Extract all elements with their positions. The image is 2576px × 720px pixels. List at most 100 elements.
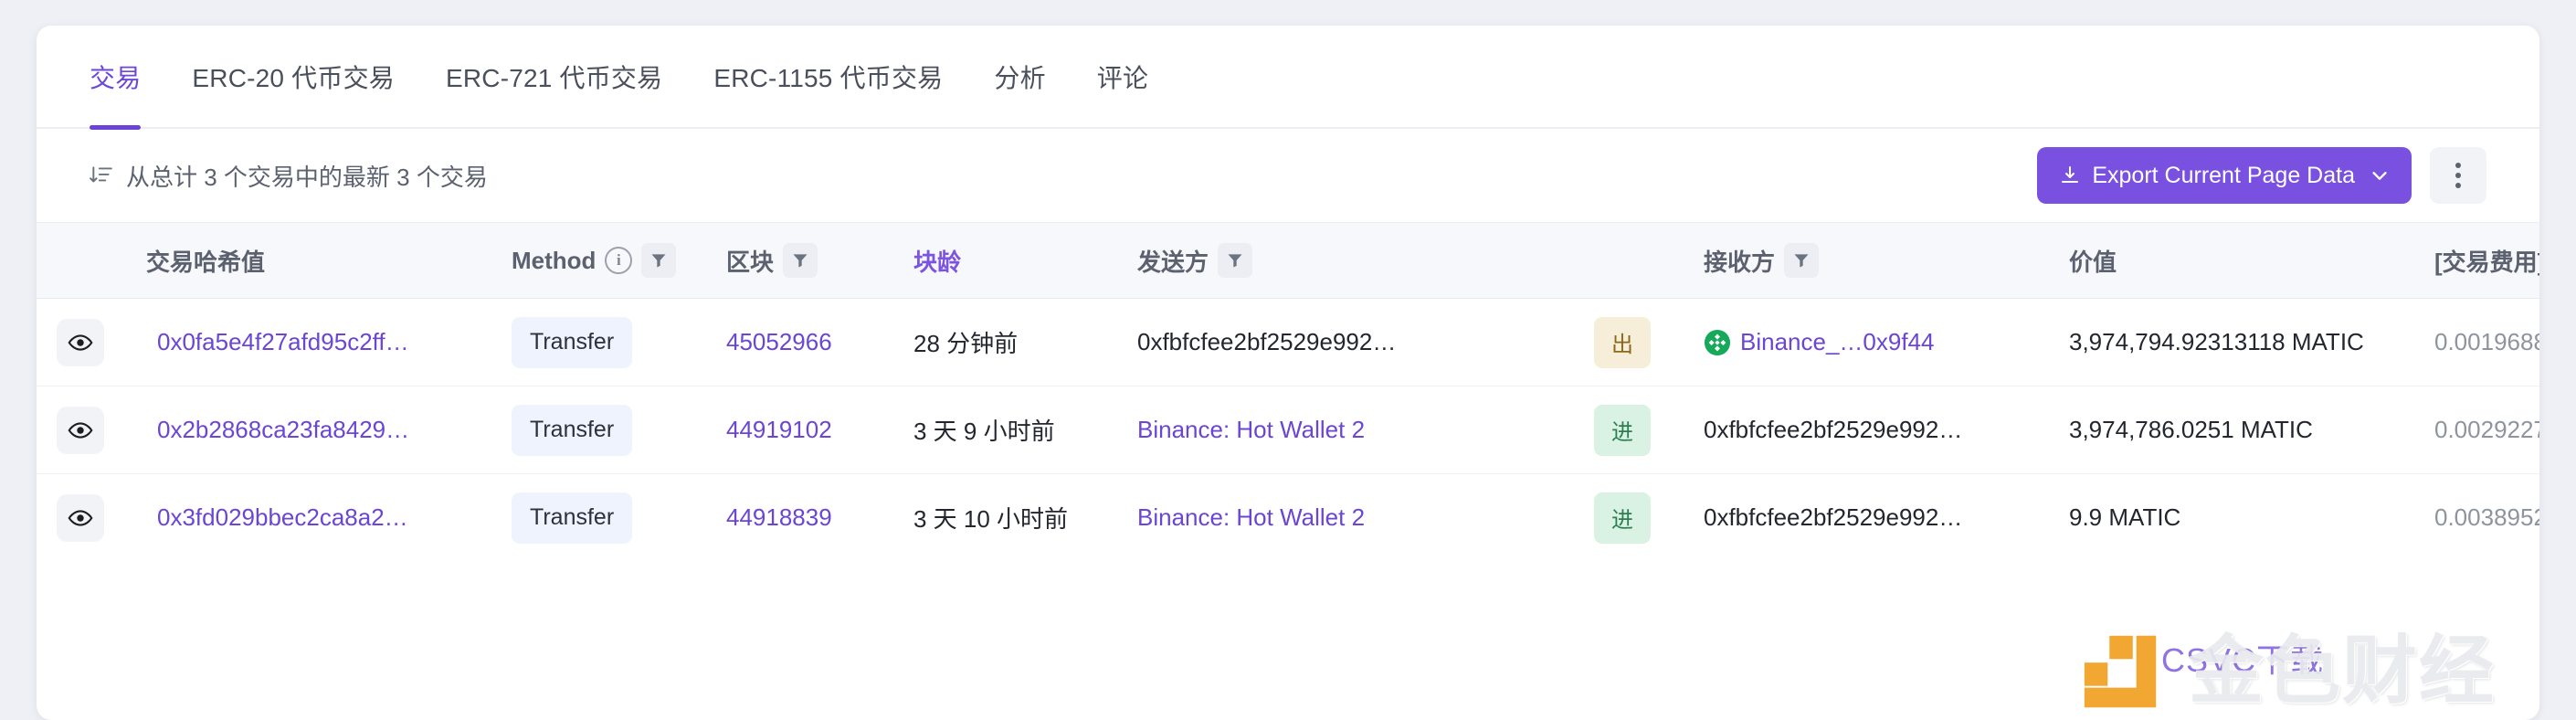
tx-hash-link[interactable]: 0x0fa5e4f27afd95c2ff… bbox=[146, 328, 409, 355]
tab-erc1155[interactable]: ERC-1155 代币交易 bbox=[713, 26, 943, 128]
more-options-button[interactable] bbox=[2430, 147, 2486, 204]
cell-block: 44919102 bbox=[726, 386, 913, 474]
from-address[interactable]: 0xfbfcfee2bf2529e992… bbox=[1137, 328, 1396, 355]
header-txn-fee: [交易费用] bbox=[2434, 222, 2539, 299]
cell-eye bbox=[37, 474, 146, 562]
cell-direction: 出 bbox=[1594, 298, 1704, 386]
cell-method: Transfer bbox=[512, 474, 726, 562]
tab-comments[interactable]: 评论 bbox=[1097, 26, 1148, 128]
direction-badge-in: 进 bbox=[1594, 404, 1651, 456]
cell-eye bbox=[37, 386, 146, 474]
header-age[interactable]: 块龄 bbox=[913, 222, 1137, 299]
header-to: 接收方 bbox=[1704, 222, 2069, 299]
transactions-table: 交易哈希值 Method i 区块 块龄 发送方 接收方 价值 [交易费用] 0… bbox=[37, 222, 2539, 561]
from-address-link[interactable]: Binance: Hot Wallet 2 bbox=[1137, 416, 1365, 443]
tab-erc20[interactable]: ERC-20 代币交易 bbox=[192, 26, 395, 128]
header-tx-hash: 交易哈希值 bbox=[146, 222, 512, 299]
more-vertical-icon-dot bbox=[2455, 163, 2461, 168]
method-pill[interactable]: Transfer bbox=[512, 404, 633, 456]
cell-to: Binance_…0x9f44 bbox=[1704, 298, 2069, 386]
more-vertical-icon-dot bbox=[2455, 173, 2461, 178]
to-address[interactable]: 0xfbfcfee2bf2529e992… bbox=[1704, 503, 1962, 531]
tab-label: ERC-20 代币交易 bbox=[192, 63, 395, 92]
direction-badge-in: 进 bbox=[1594, 492, 1651, 544]
sort-descending-icon bbox=[90, 164, 113, 187]
method-filter-button[interactable] bbox=[641, 243, 677, 278]
value-text: 3,974,786.0251 MATIC bbox=[2069, 416, 2313, 443]
cell-txn-fee: 0.003895258715 $ bbox=[2434, 474, 2539, 562]
cell-direction: 进 bbox=[1594, 474, 1704, 562]
cell-value: 3,974,794.92313118 MATIC bbox=[2069, 298, 2434, 386]
cell-tx-hash: 0x0fa5e4f27afd95c2ff… bbox=[146, 298, 512, 386]
tab-analytics[interactable]: 分析 bbox=[994, 26, 1045, 128]
eye-icon[interactable] bbox=[57, 318, 104, 366]
tab-erc721[interactable]: ERC-721 代币交易 bbox=[446, 26, 662, 128]
tab-bar: 交易 ERC-20 代币交易 ERC-721 代币交易 ERC-1155 代币交… bbox=[37, 26, 2539, 130]
from-filter-button[interactable] bbox=[1218, 243, 1253, 278]
block-link[interactable]: 44918839 bbox=[726, 503, 832, 531]
cell-eye bbox=[37, 298, 146, 386]
export-button-label: Export Current Page Data bbox=[2092, 162, 2355, 188]
watermark-ghost-text: CSVC下载 bbox=[2160, 641, 2324, 679]
eye-icon[interactable] bbox=[57, 493, 104, 542]
header-block-label: 区块 bbox=[726, 248, 775, 276]
binance-icon bbox=[1704, 329, 1731, 356]
tx-hash-link[interactable]: 0x3fd029bbec2ca8a2… bbox=[146, 503, 408, 531]
header-block: 区块 bbox=[726, 222, 913, 299]
method-pill[interactable]: Transfer bbox=[512, 316, 633, 368]
watermark: 金色财经 bbox=[2077, 627, 2496, 716]
to-address[interactable]: 0xfbfcfee2bf2529e992… bbox=[1704, 416, 1962, 443]
table-row: 0x2b2868ca23fa8429… Transfer 44919102 3 … bbox=[37, 386, 2539, 474]
header-value: 价值 bbox=[2069, 222, 2434, 299]
export-current-page-data-button[interactable]: Export Current Page Data bbox=[2037, 147, 2412, 204]
cell-value: 9.9 MATIC bbox=[2069, 474, 2434, 562]
chevron-down-icon bbox=[2370, 165, 2390, 185]
more-vertical-icon-dot bbox=[2455, 183, 2461, 188]
records-summary: 从总计 3 个交易中的最新 3 个交易 bbox=[90, 159, 488, 193]
table-row: 0x3fd029bbec2ca8a2… Transfer 44918839 3 … bbox=[37, 474, 2539, 562]
header-value-label: 价值 bbox=[2069, 248, 2117, 276]
cell-txn-fee: 0.002922792182 $ bbox=[2434, 386, 2539, 474]
cell-from: 0xfbfcfee2bf2529e992… bbox=[1137, 298, 1594, 386]
transactions-card: 交易 ERC-20 代币交易 ERC-721 代币交易 ERC-1155 代币交… bbox=[37, 26, 2539, 720]
to-filter-button[interactable] bbox=[1784, 243, 1820, 278]
method-pill[interactable]: Transfer bbox=[512, 492, 633, 544]
cell-method: Transfer bbox=[512, 386, 726, 474]
header-from-label: 发送方 bbox=[1137, 248, 1209, 276]
txn-fee-text: 0.001968818633 bbox=[2434, 328, 2539, 355]
cell-tx-hash: 0x3fd029bbec2ca8a2… bbox=[146, 474, 512, 562]
tab-transactions[interactable]: 交易 bbox=[90, 26, 142, 130]
header-from: 发送方 bbox=[1137, 222, 1594, 299]
table-toolbar: 从总计 3 个交易中的最新 3 个交易 Export Current Page … bbox=[37, 129, 2539, 222]
header-tx-hash-label: 交易哈希值 bbox=[146, 248, 266, 276]
cell-txn-fee: 0.001968818633 bbox=[2434, 298, 2539, 386]
header-to-label: 接收方 bbox=[1704, 248, 1776, 276]
header-method-label: Method bbox=[512, 246, 596, 274]
cell-age: 3 天 9 小时前 bbox=[913, 386, 1137, 474]
info-icon[interactable]: i bbox=[605, 247, 633, 274]
tx-hash-link[interactable]: 0x2b2868ca23fa8429… bbox=[146, 416, 409, 443]
cell-from: Binance: Hot Wallet 2 bbox=[1137, 474, 1594, 562]
cell-block: 45052966 bbox=[726, 298, 913, 386]
header-age-label: 块龄 bbox=[913, 248, 962, 276]
cell-block: 44918839 bbox=[726, 474, 913, 562]
cell-value: 3,974,786.0251 MATIC bbox=[2069, 386, 2434, 474]
tab-label: ERC-721 代币交易 bbox=[445, 63, 663, 92]
cell-to: 0xfbfcfee2bf2529e992… bbox=[1704, 386, 2069, 474]
block-filter-button[interactable] bbox=[783, 243, 818, 278]
table-row: 0x0fa5e4f27afd95c2ff… Transfer 45052966 … bbox=[37, 298, 2539, 386]
age-text: 3 天 10 小时前 bbox=[913, 505, 1069, 533]
table-header-row: 交易哈希值 Method i 区块 块龄 发送方 接收方 价值 [交易费用] bbox=[37, 222, 2539, 299]
toolbar-actions: Export Current Page Data bbox=[2037, 147, 2486, 204]
block-link[interactable]: 44919102 bbox=[726, 416, 832, 443]
cell-method: Transfer bbox=[512, 298, 726, 386]
eye-icon[interactable] bbox=[57, 406, 104, 454]
to-address-link[interactable]: Binance_…0x9f44 bbox=[1740, 328, 1934, 356]
from-address-link[interactable]: Binance: Hot Wallet 2 bbox=[1137, 503, 1365, 531]
cell-age: 28 分钟前 bbox=[913, 298, 1137, 386]
watermark-text: 金色财经 bbox=[2188, 628, 2496, 715]
tab-label: ERC-1155 代币交易 bbox=[713, 63, 944, 92]
header-method: Method i bbox=[512, 222, 726, 299]
jinse-logo-icon bbox=[2077, 627, 2167, 716]
block-link[interactable]: 45052966 bbox=[726, 328, 832, 355]
